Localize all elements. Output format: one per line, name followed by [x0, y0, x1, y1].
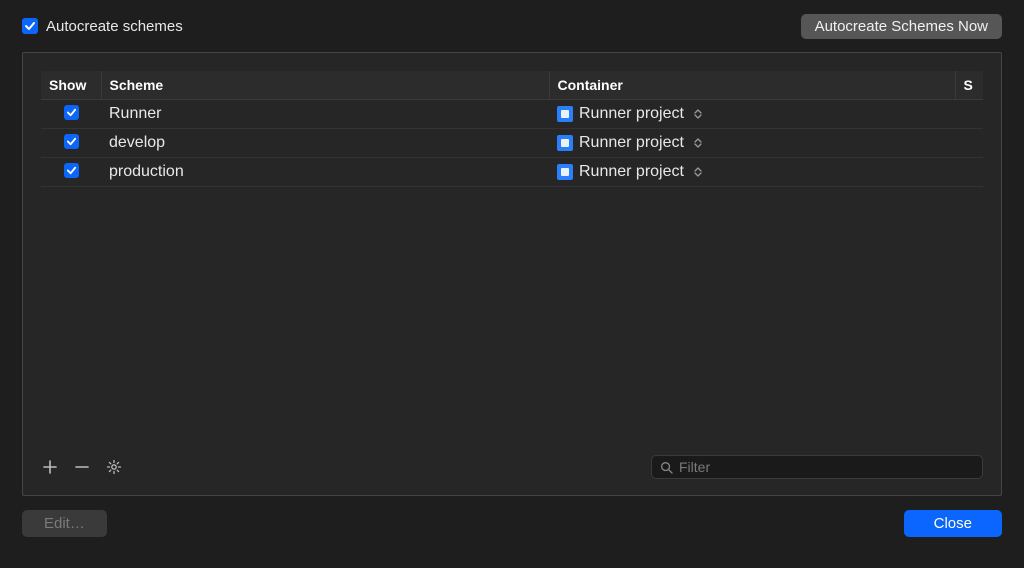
container-name: Runner project	[579, 105, 684, 123]
container-name: Runner project	[579, 134, 684, 152]
column-header-show[interactable]: Show	[41, 71, 101, 100]
scheme-name: develop	[101, 129, 549, 158]
autocreate-label: Autocreate schemes	[46, 18, 183, 35]
edit-button[interactable]: Edit…	[22, 510, 107, 537]
schemes-panel: Show Scheme Container S Runner Runner pr…	[22, 52, 1002, 496]
search-icon	[660, 461, 673, 474]
project-icon	[557, 106, 573, 122]
gear-icon[interactable]	[105, 458, 123, 476]
container-name: Runner project	[579, 163, 684, 181]
remove-button[interactable]	[73, 458, 91, 476]
table-row[interactable]: Runner Runner project	[41, 100, 983, 129]
scheme-name: production	[101, 158, 549, 187]
add-button[interactable]	[41, 458, 59, 476]
stepper-icon[interactable]	[694, 138, 702, 148]
show-checkbox[interactable]	[64, 163, 79, 178]
project-icon	[557, 135, 573, 151]
stepper-icon[interactable]	[694, 109, 702, 119]
schemes-table: Show Scheme Container S Runner Runner pr…	[41, 71, 983, 187]
show-checkbox[interactable]	[64, 134, 79, 149]
filter-input[interactable]	[679, 459, 974, 475]
close-button[interactable]: Close	[904, 510, 1002, 537]
column-header-container[interactable]: Container	[549, 71, 955, 100]
scheme-name: Runner	[101, 100, 549, 129]
table-row[interactable]: production Runner project	[41, 158, 983, 187]
table-row[interactable]: develop Runner project	[41, 129, 983, 158]
column-header-shared[interactable]: S	[955, 71, 983, 100]
show-checkbox[interactable]	[64, 105, 79, 120]
stepper-icon[interactable]	[694, 167, 702, 177]
column-header-scheme[interactable]: Scheme	[101, 71, 549, 100]
project-icon	[557, 164, 573, 180]
autocreate-checkbox[interactable]	[22, 18, 38, 34]
autocreate-now-button[interactable]: Autocreate Schemes Now	[801, 14, 1002, 39]
filter-field[interactable]	[651, 455, 983, 479]
